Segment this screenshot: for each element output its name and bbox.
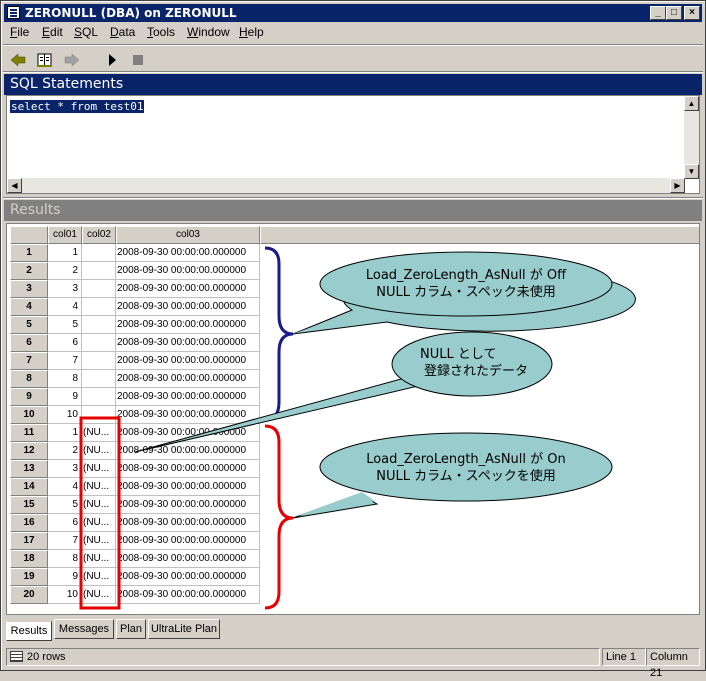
callout-on-line2: NULL カラム・スペックを使用 [376, 469, 556, 484]
main-window: ZERONULL (DBA) on ZERONULL _ □ × File Ed… [0, 0, 706, 679]
menu-tools[interactable]: Tools [147, 25, 175, 39]
menu-data[interactable]: Data [110, 25, 135, 39]
tab-ultralite-plan[interactable]: UltraLite Plan [148, 619, 220, 639]
minimize-button[interactable]: _ [650, 6, 666, 20]
title-bar[interactable]: ZERONULL (DBA) on ZERONULL _ □ × [4, 4, 702, 22]
toolbar [4, 45, 702, 73]
red-brace [264, 424, 294, 610]
splitter[interactable] [3, 197, 703, 199]
execute-play-icon[interactable] [101, 49, 123, 71]
app-icon[interactable] [7, 6, 20, 19]
status-column: Column 21 [646, 648, 700, 679]
callout-off: Load_ZeroLength_AsNull が Off NULL カラム・スペ… [321, 267, 611, 301]
menu-edit[interactable]: Edit [42, 25, 63, 39]
menu-window[interactable]: Window [187, 25, 230, 39]
status-rows-pane: 20 rows [6, 648, 600, 666]
maximize-button[interactable]: □ [666, 6, 682, 20]
callout-on: Load_ZeroLength_AsNull が On NULL カラム・スペッ… [321, 451, 611, 485]
sql-statement-text[interactable]: select * from test01 [10, 100, 145, 113]
scroll-up-button[interactable]: ▲ [684, 96, 699, 111]
menu-help[interactable]: Help [239, 25, 264, 39]
menu-sql[interactable]: SQL [74, 25, 98, 39]
vertical-scrollbar-track[interactable] [684, 111, 699, 164]
forward-arrow-icon[interactable] [61, 49, 83, 71]
close-button[interactable]: × [684, 6, 700, 20]
scroll-right-button[interactable]: ▶ [670, 178, 685, 193]
callout-null-line1: NULL として [420, 347, 497, 362]
blue-brace [264, 246, 294, 422]
scroll-left-button[interactable]: ◀ [7, 178, 22, 193]
menu-bar: File Edit SQL Data Tools Window Help [4, 23, 702, 43]
callout-on-line1: Load_ZeroLength_AsNull が On [366, 452, 566, 467]
sql-statements-header: SQL Statements [4, 74, 702, 95]
results-grid-area: col01 col02 col03 1 1 2008-09-30 00:00:00.… [6, 223, 700, 615]
callout-off-line2: NULL カラム・スペック未使用 [376, 285, 556, 300]
null-highlight-box [79, 416, 121, 610]
history-book-icon[interactable] [34, 49, 56, 71]
results-header: Results [4, 200, 702, 221]
sql-editor[interactable]: select * from test01 ▲ ▼ ◀ ▶ [6, 95, 700, 194]
window-title: ZERONULL (DBA) on ZERONULL [25, 6, 237, 20]
callout-null: NULL として 登録されたデータ [402, 346, 542, 380]
tab-results[interactable]: Results [6, 621, 52, 641]
horizontal-scrollbar-track[interactable] [22, 178, 670, 193]
callout-null-line2: 登録されたデータ [424, 364, 529, 379]
menu-file[interactable]: File [10, 25, 29, 39]
status-row-count: 20 rows [27, 651, 66, 663]
scroll-down-button[interactable]: ▼ [684, 164, 699, 179]
status-bar: 20 rows Line 1 Column 21 [4, 646, 702, 679]
tab-messages[interactable]: Messages [54, 619, 114, 639]
tab-plan[interactable]: Plan [116, 619, 146, 639]
toolbar-separator [3, 71, 703, 73]
grid-icon [10, 651, 23, 662]
back-arrow-icon[interactable] [7, 49, 29, 71]
stop-icon[interactable] [127, 49, 149, 71]
status-line: Line 1 [602, 648, 646, 666]
callout-off-line1: Load_ZeroLength_AsNull が Off [365, 268, 567, 283]
